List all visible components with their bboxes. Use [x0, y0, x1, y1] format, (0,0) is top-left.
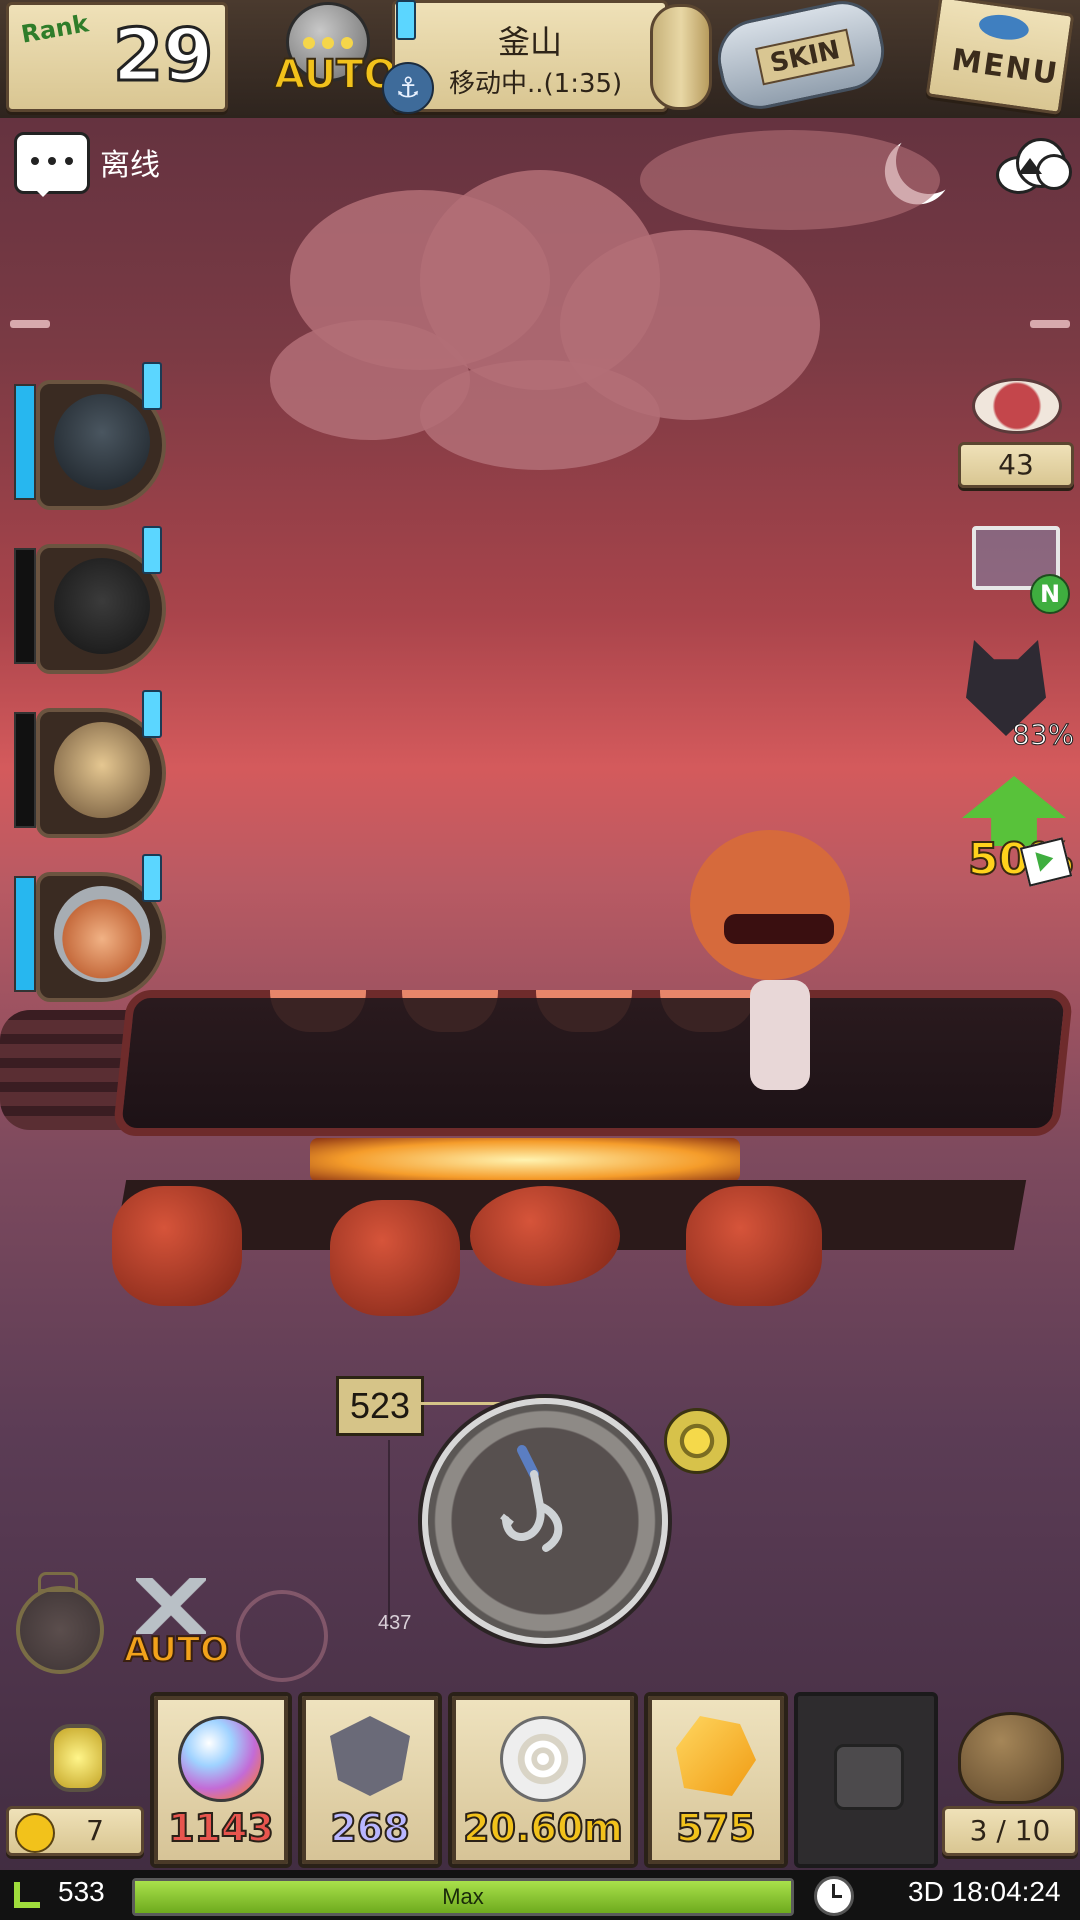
fish-icon	[977, 11, 1031, 43]
exp-bar: Max	[132, 1878, 794, 1916]
rank-label: Rank	[19, 9, 91, 49]
gold-ore-icon	[676, 1716, 756, 1796]
right-edge-marker	[1030, 320, 1070, 328]
alert-icon	[142, 690, 162, 738]
lantern-button[interactable]	[10, 1700, 138, 1800]
pearl-value: 1143	[167, 1805, 275, 1851]
meat-bait-button[interactable]	[968, 374, 1062, 434]
menu-label: MENU	[949, 42, 1062, 93]
shrimp	[470, 1186, 620, 1286]
shield-value: 268	[329, 1805, 410, 1851]
depth-label: 437	[378, 1612, 412, 1634]
location-panel[interactable]: 釜山 移动中..(1:35)	[392, 0, 668, 112]
panther-portrait-icon	[54, 394, 150, 490]
line-counter: 523	[336, 1376, 424, 1436]
meat-chunk	[330, 1200, 460, 1316]
cast-hook-button[interactable]	[422, 1398, 668, 1644]
rank-value: 29	[111, 12, 214, 99]
bag-count: 3 / 10	[942, 1806, 1078, 1856]
exp-label: Max	[442, 1884, 484, 1909]
location-status: 移动中..(1:35)	[449, 69, 623, 99]
meat-chunk	[686, 1186, 822, 1306]
crew-slot-deer[interactable]	[14, 690, 166, 838]
lantern-icon	[50, 1724, 106, 1792]
item-slot-shell[interactable]: 20.60m	[448, 1692, 638, 1868]
steak-icon	[972, 378, 1062, 434]
crew-energy-bar	[14, 712, 36, 828]
clock-icon	[814, 1876, 854, 1916]
deer-portrait-icon	[54, 722, 150, 818]
alert-icon	[142, 526, 162, 574]
shop-cart-button[interactable]: N	[964, 506, 1070, 614]
auto-sail-button[interactable]: AUTO	[268, 0, 398, 106]
shell-value: 20.60m	[462, 1805, 624, 1851]
anchor-icon[interactable]: ⚓	[382, 62, 434, 114]
mask-percent: 83%	[1011, 718, 1075, 752]
left-edge-marker	[10, 320, 50, 328]
new-badge: N	[1030, 574, 1070, 614]
shield-skull-icon	[330, 1716, 410, 1796]
rotate-camera-icon[interactable]	[664, 1408, 730, 1474]
fishing-hook-icon	[500, 1445, 563, 1552]
item-slot-pearl[interactable]: 1143	[150, 1692, 292, 1868]
player-character	[690, 830, 860, 1090]
crossed-swords-icon	[136, 1578, 206, 1634]
gold-value: 575	[675, 1805, 756, 1851]
crew-energy-bar	[14, 384, 36, 500]
grill-fire	[310, 1138, 740, 1182]
hooded-portrait-icon	[54, 558, 150, 654]
level-icon	[10, 1878, 44, 1912]
lantern-count: 7	[86, 1814, 104, 1847]
crew-slot-viking[interactable]	[14, 854, 166, 1002]
boost-button[interactable]: 50%	[960, 776, 1074, 896]
menu-button[interactable]: MENU	[925, 0, 1075, 115]
item-slot-gold[interactable]: 575	[644, 1692, 788, 1868]
crew-energy-bar	[14, 876, 36, 992]
alert-icon	[142, 362, 162, 410]
cloud-save-icon[interactable]	[990, 134, 1072, 194]
skin-button[interactable]: SKIN	[710, 0, 892, 117]
chat-status-label: 离线	[100, 148, 160, 183]
auto-battle-label: AUTO	[123, 1629, 230, 1671]
crew-energy-bar	[14, 548, 36, 664]
lantern-count-box: 7	[6, 1806, 144, 1856]
alert-icon	[142, 854, 162, 902]
alert-icon	[396, 0, 416, 40]
target-crosshair-icon[interactable]	[236, 1590, 328, 1682]
level-value: 533	[58, 1876, 105, 1907]
lock-icon	[834, 1744, 904, 1810]
meat-chunk	[112, 1186, 242, 1306]
viking-portrait-icon	[54, 886, 150, 982]
crew-slot-hooded[interactable]	[14, 526, 166, 674]
inventory-bag-button[interactable]	[946, 1698, 1070, 1804]
map-scroll-icon[interactable]	[650, 4, 712, 110]
location-name: 釜山	[497, 23, 562, 61]
game-time: 3D 18:04:24	[908, 1876, 1061, 1907]
chat-icon[interactable]	[14, 132, 90, 197]
meat-count: 43	[958, 442, 1074, 488]
item-slot-shield[interactable]: 268	[298, 1692, 442, 1868]
stopwatch-map-icon[interactable]	[16, 1572, 104, 1674]
rank-panel[interactable]: Rank 29	[6, 2, 228, 112]
auto-battle-button[interactable]: AUTO	[118, 1578, 230, 1678]
crew-slot-panther[interactable]	[14, 362, 166, 510]
shell-icon	[500, 1716, 586, 1802]
grill-ship	[0, 990, 1080, 1350]
auto-sail-label: AUTO	[273, 51, 398, 99]
item-slot-locked[interactable]	[794, 1692, 938, 1868]
pearl-icon	[178, 1716, 264, 1802]
bag-icon	[958, 1712, 1064, 1804]
